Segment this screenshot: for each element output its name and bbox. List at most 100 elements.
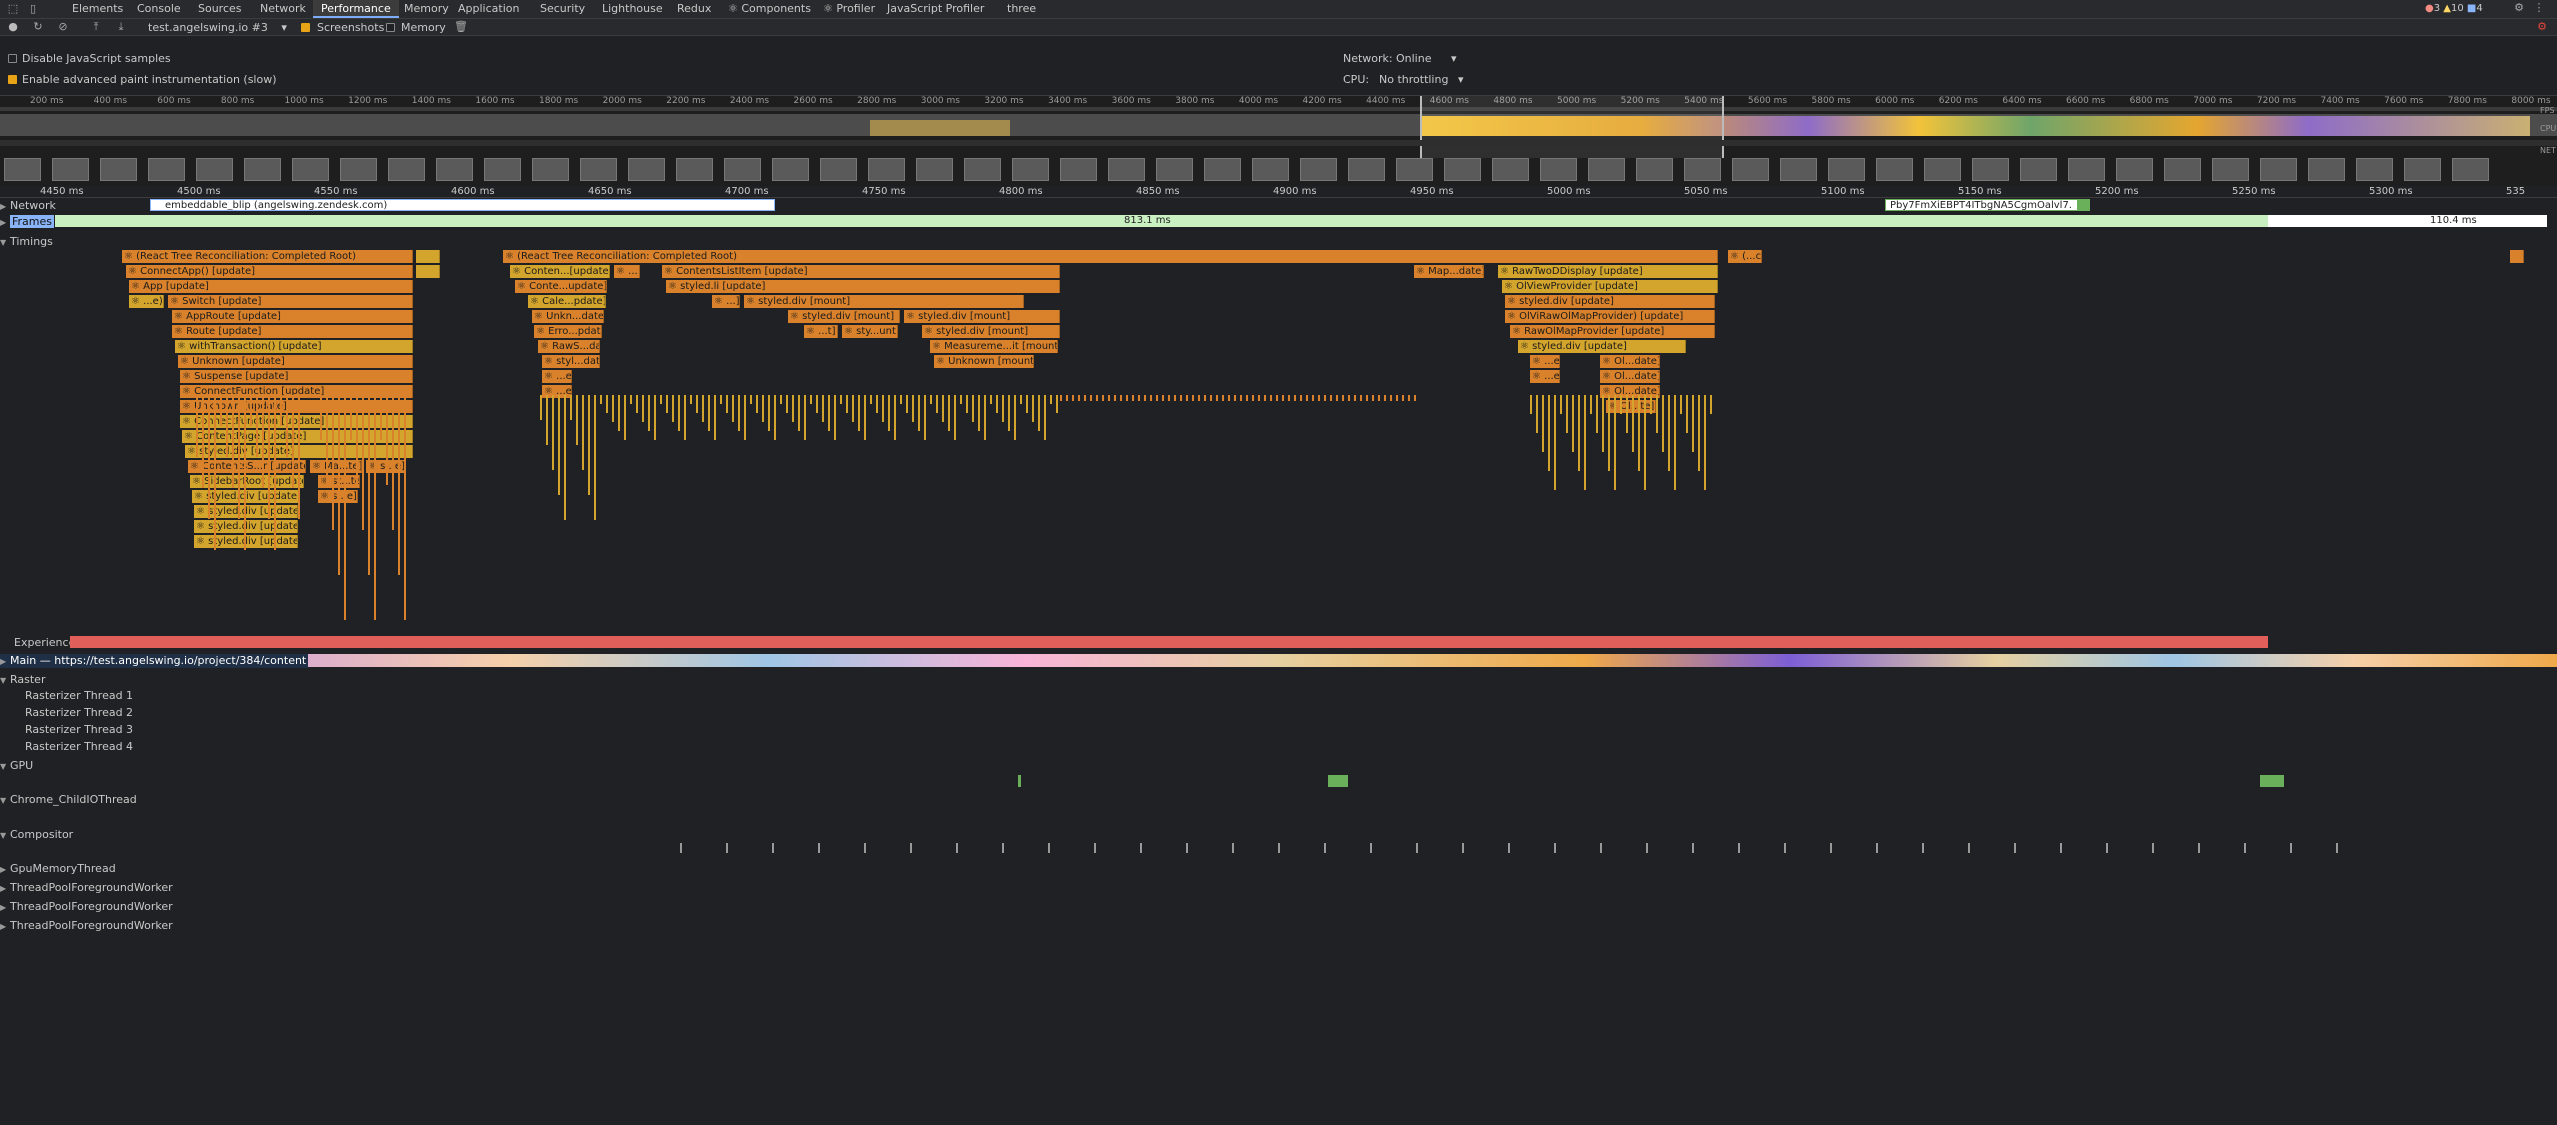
gpu-track-header[interactable]: ▼ GPU bbox=[0, 759, 33, 773]
reload-icon[interactable]: ↻ bbox=[32, 20, 44, 34]
network-request-bar[interactable]: embeddable_blip (angelswing.zendesk.com) bbox=[150, 199, 775, 211]
flame-bar[interactable]: ⚛ (React Tree Reconciliation: Completed … bbox=[122, 250, 413, 263]
selection-window[interactable] bbox=[1420, 96, 1724, 158]
timings-track-header[interactable]: ▼ Timings bbox=[0, 235, 53, 249]
flame-bar[interactable]: ⚛ Cale...pdate] bbox=[528, 295, 606, 308]
screenshot-thumbnail[interactable] bbox=[868, 158, 905, 181]
screenshot-thumbnail[interactable] bbox=[2068, 158, 2105, 181]
flame-bar[interactable]: ⚛ Route [update] bbox=[172, 325, 413, 338]
flame-bar[interactable] bbox=[2510, 250, 2524, 263]
flame-bar[interactable]: ⚛ ConnectApp() [update] bbox=[126, 265, 413, 278]
tab-profiler[interactable]: ⚛ Profiler bbox=[823, 0, 875, 18]
gpu-memory-track-header[interactable]: ▶ GpuMemoryThread bbox=[0, 862, 116, 876]
download-icon[interactable]: ⤓ bbox=[115, 20, 127, 34]
screenshot-thumbnail[interactable] bbox=[52, 158, 89, 181]
inspect-element-icon[interactable]: ⬚ bbox=[6, 2, 20, 16]
tab-elements[interactable]: Elements bbox=[72, 0, 123, 18]
flame-bar[interactable]: ⚛ styled.div [mount] bbox=[922, 325, 1060, 338]
flame-bar[interactable]: ⚛ (...c) bbox=[1728, 250, 1762, 263]
flame-bar[interactable]: ⚛ styled.div [update] bbox=[1518, 340, 1686, 353]
flame-bar[interactable]: ⚛ withTransaction() [update] bbox=[175, 340, 413, 353]
screenshot-thumbnail[interactable] bbox=[1060, 158, 1097, 181]
screenshot-thumbnail[interactable] bbox=[1828, 158, 1865, 181]
screenshot-thumbnail[interactable] bbox=[772, 158, 809, 181]
screenshot-thumbnail[interactable] bbox=[2308, 158, 2345, 181]
tab-lighthouse[interactable]: Lighthouse bbox=[602, 0, 663, 18]
screenshot-thumbnail[interactable] bbox=[244, 158, 281, 181]
screenshot-thumbnail[interactable] bbox=[1732, 158, 1769, 181]
flame-bar[interactable]: ⚛ styled.div [mount] bbox=[788, 310, 900, 323]
screenshot-thumbnail[interactable] bbox=[4, 158, 41, 181]
flame-bar[interactable]: ⚛ OlViRawOlMapProvider) [update] bbox=[1505, 310, 1715, 323]
screenshot-thumbnail[interactable] bbox=[676, 158, 713, 181]
tab-application[interactable]: Application bbox=[458, 0, 519, 18]
flame-bar[interactable] bbox=[416, 265, 440, 278]
tab-performance[interactable]: Performance bbox=[313, 0, 399, 18]
screenshot-thumbnail[interactable] bbox=[484, 158, 521, 181]
thread-pool-track-header[interactable]: ▶ ThreadPoolForegroundWorker bbox=[0, 881, 173, 895]
compositor-track-header[interactable]: ▼ Compositor bbox=[0, 828, 73, 842]
gear-icon[interactable]: ⚙ bbox=[2512, 1, 2526, 15]
layout-shift-bar[interactable] bbox=[70, 636, 2268, 648]
screenshot-thumbnail[interactable] bbox=[964, 158, 1001, 181]
screenshot-thumbnail[interactable] bbox=[388, 158, 425, 181]
flame-bar[interactable]: ⚛ ContentsListItem [update] bbox=[662, 265, 1060, 278]
screenshot-thumbnail[interactable] bbox=[2356, 158, 2393, 181]
upload-icon[interactable]: ⤒ bbox=[90, 20, 102, 34]
flame-bar[interactable]: ⚛ Unknown [mount] bbox=[934, 355, 1034, 368]
tab-security[interactable]: Security bbox=[540, 0, 585, 18]
screenshot-thumbnail[interactable] bbox=[1252, 158, 1289, 181]
screenshot-thumbnail[interactable] bbox=[1588, 158, 1625, 181]
flame-bar[interactable]: ⚛ RawOlMapProvider [update] bbox=[1510, 325, 1715, 338]
screenshot-thumbnail[interactable] bbox=[436, 158, 473, 181]
flame-bar[interactable]: ⚛ styled.div [update] bbox=[194, 535, 298, 548]
flame-bar[interactable] bbox=[416, 250, 440, 263]
screenshot-thumbnail[interactable] bbox=[1156, 158, 1193, 181]
tab-components[interactable]: ⚛ Components bbox=[728, 0, 811, 18]
flame-bar[interactable]: ⚛ Suspense [update] bbox=[180, 370, 413, 383]
clear-icon[interactable]: ⊘ bbox=[57, 20, 69, 34]
screenshot-thumbnail[interactable] bbox=[2212, 158, 2249, 181]
child-io-track-header[interactable]: ▼ Chrome_ChildIOThread bbox=[0, 793, 137, 807]
flame-bar[interactable]: ⚛ ...] bbox=[712, 295, 740, 308]
flame-bar[interactable]: ⚛ styled.div [update] bbox=[194, 520, 298, 533]
flame-bar[interactable]: ⚛ RawS...date] bbox=[538, 340, 600, 353]
screenshot-thumbnail[interactable] bbox=[580, 158, 617, 181]
timeline-overview[interactable]: 200 ms 400 ms 600 ms 800 ms 1000 ms 1200 ms 14… bbox=[0, 96, 2557, 186]
flame-bar[interactable]: ⚛ Map...date] bbox=[1414, 265, 1484, 278]
flame-bar[interactable]: ⚛ Switch [update] bbox=[168, 295, 413, 308]
flame-bar[interactable]: ⚛ styl...date] bbox=[542, 355, 600, 368]
issues-counter[interactable]: ●3 ▲10 ■4 bbox=[2425, 0, 2483, 18]
more-options-icon[interactable]: ⋮ bbox=[2532, 1, 2546, 15]
flame-bar[interactable]: ⚛ ...e] bbox=[542, 370, 572, 383]
experience-track-header[interactable]: Experience bbox=[14, 636, 75, 649]
flame-bar[interactable]: ⚛ ...t] bbox=[804, 325, 838, 338]
network-track-header[interactable]: ▶ Network bbox=[0, 199, 56, 213]
screenshot-thumbnail[interactable] bbox=[1684, 158, 1721, 181]
screenshot-thumbnail[interactable] bbox=[1396, 158, 1433, 181]
gpu-task[interactable] bbox=[2260, 775, 2284, 787]
screenshot-thumbnail[interactable] bbox=[1348, 158, 1385, 181]
cpu-throttle-select[interactable]: No throttling ▾ bbox=[1379, 73, 1463, 86]
flame-bar[interactable]: ⚛ styled.div [update] bbox=[1505, 295, 1715, 308]
flame-bar[interactable]: ⚛ ... bbox=[614, 265, 640, 278]
trash-icon[interactable]: 🗑 bbox=[454, 20, 468, 34]
profile-select[interactable]: test.angelswing.io #3 ▾ bbox=[148, 21, 287, 34]
tab-sources[interactable]: Sources bbox=[198, 0, 242, 18]
screenshot-thumbnail[interactable] bbox=[1492, 158, 1529, 181]
tab-javascript-profiler[interactable]: JavaScript Profiler bbox=[887, 0, 984, 18]
thread-pool-track-header[interactable]: ▶ ThreadPoolForegroundWorker bbox=[0, 919, 173, 933]
tab-three[interactable]: three bbox=[1007, 0, 1036, 18]
network-throttle-select[interactable]: Online ▾ bbox=[1396, 52, 1457, 65]
network-request-bar[interactable]: Pby7FmXiEBPT4ITbgNA5CgmOalvl7. bbox=[1885, 199, 2078, 211]
thread-pool-track-header[interactable]: ▶ ThreadPoolForegroundWorker bbox=[0, 900, 173, 914]
screenshot-thumbnail[interactable] bbox=[1204, 158, 1241, 181]
flame-bar[interactable]: ⚛ Measureme...it [mount] bbox=[930, 340, 1058, 353]
flame-bar[interactable]: ⚛ styled.div [mount] bbox=[904, 310, 1060, 323]
screenshot-thumbnail[interactable] bbox=[1300, 158, 1337, 181]
screenshot-thumbnail[interactable] bbox=[1540, 158, 1577, 181]
gpu-task[interactable] bbox=[1018, 775, 1021, 787]
flame-bar[interactable]: ⚛ ...e] bbox=[1530, 370, 1560, 383]
frames-track-header[interactable]: ▶ Frames bbox=[0, 215, 55, 229]
flame-bar[interactable]: ⚛ AppRoute [update] bbox=[172, 310, 413, 323]
